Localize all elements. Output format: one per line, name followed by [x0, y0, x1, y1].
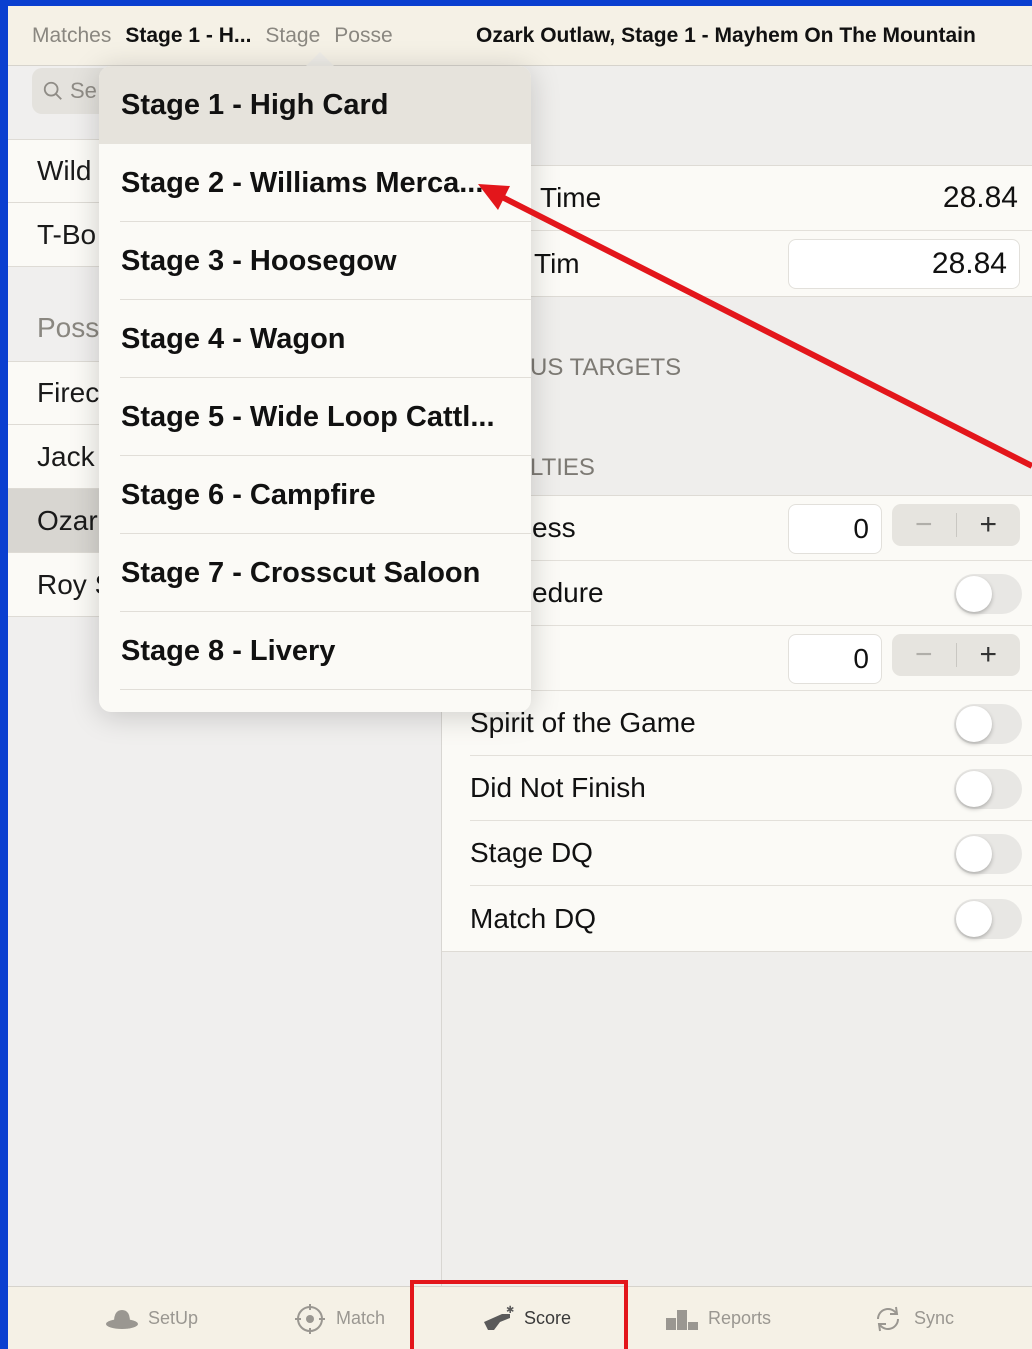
crosshair-icon — [295, 1303, 325, 1334]
time-input-row: Tim 28.84 — [470, 231, 1032, 296]
increment-button[interactable]: + — [957, 504, 1021, 546]
penalty-count-field[interactable]: 0 — [788, 634, 882, 684]
penalty-label: Match DQ — [470, 902, 597, 934]
misses-count-field[interactable]: 0 — [788, 504, 882, 554]
app-window: Matches Stage 1 - H... Stage Posse Se Wi… — [8, 6, 1032, 1349]
shooter-name: Jack — [37, 440, 95, 472]
left-nav-bar: Matches Stage 1 - H... Stage Posse — [8, 6, 442, 66]
tab-match[interactable]: Match — [292, 1287, 385, 1349]
penalty-row-stepper: 0 − + — [470, 626, 1032, 691]
tab-reports[interactable]: Reports — [664, 1287, 771, 1349]
tab-label: Sync — [914, 1308, 955, 1328]
penalty-row-misses: ess 0 − + — [470, 496, 1032, 561]
match-dq-toggle[interactable] — [954, 899, 1022, 939]
nav-current-stage[interactable]: Stage 1 - H... — [125, 24, 251, 48]
stage-menu-item-6[interactable]: Stage 6 - Campfire — [99, 456, 531, 534]
penalty-stepper[interactable]: − + — [892, 634, 1020, 676]
procedure-toggle[interactable] — [954, 574, 1022, 614]
penalties-header: LTIES — [530, 454, 595, 481]
tab-setup[interactable]: SetUp — [104, 1287, 198, 1349]
penalty-label: Did Not Finish — [470, 772, 646, 803]
misses-stepper[interactable]: − + — [892, 504, 1020, 546]
toggle-knob — [956, 836, 992, 872]
stage-menu-item-1[interactable]: Stage 1 - High Card — [99, 66, 531, 144]
shooter-name: Wild — [37, 155, 92, 186]
penalty-row-stage-dq: Stage DQ — [470, 821, 1032, 886]
search-icon — [43, 81, 62, 100]
count-value: 0 — [853, 513, 869, 544]
decrement-button[interactable]: − — [892, 504, 956, 546]
toggle-knob — [956, 771, 992, 807]
sync-icon — [877, 1306, 899, 1331]
stage-menu-item-7[interactable]: Stage 7 - Crosscut Saloon — [99, 534, 531, 612]
shooter-name: Firec — [37, 377, 100, 408]
stage-menu-item-5[interactable]: Stage 5 - Wide Loop Cattl... — [99, 378, 531, 456]
time-row: Time 28.84 — [470, 166, 1032, 231]
nav-stage[interactable]: Stage — [265, 24, 320, 48]
toggle-knob — [956, 576, 992, 612]
penalty-row-match-dq: Match DQ — [470, 886, 1032, 951]
stage-menu-item-3[interactable]: Stage 3 - Hoosegow — [99, 222, 531, 300]
decrement-button[interactable]: − — [892, 634, 956, 676]
did-not-finish-toggle[interactable] — [954, 769, 1022, 809]
nav-matches[interactable]: Matches — [32, 24, 111, 48]
spirit-of-the-game-toggle[interactable] — [954, 704, 1022, 744]
tab-label: Match — [336, 1308, 386, 1328]
tab-label: Reports — [708, 1308, 772, 1328]
time-value: 28.84 — [942, 181, 1018, 214]
score-tab-highlight — [410, 1280, 628, 1349]
detail-title-bar: Ozark Outlaw, Stage 1 - Mayhem On The Mo… — [442, 6, 1032, 66]
bonus-targets-header: US TARGETS — [530, 354, 682, 381]
tab-label: SetUp — [148, 1308, 199, 1328]
stage-menu-item-2[interactable]: Stage 2 - Williams Merca... — [99, 144, 531, 222]
time-input-value: 28.84 — [931, 247, 1007, 280]
time-input[interactable]: 28.84 — [788, 239, 1020, 289]
shooter-name: T-Bo — [37, 218, 97, 250]
penalty-label: Stage DQ — [470, 837, 593, 868]
toggle-knob — [956, 706, 992, 742]
penalty-row-spirit: Spirit of the Game — [470, 691, 1032, 756]
increment-button[interactable]: + — [957, 634, 1021, 676]
tab-sync[interactable]: Sync — [870, 1287, 954, 1349]
penalty-row-dnf: Did Not Finish — [470, 756, 1032, 821]
section-header-text: Poss — [37, 312, 100, 343]
penalty-row-procedure: edure — [470, 561, 1032, 626]
search-placeholder: Se — [70, 78, 97, 103]
stage-menu-item-4[interactable]: Stage 4 - Wagon — [99, 300, 531, 378]
cowboy-hat-icon — [106, 1309, 138, 1329]
podium-icon — [666, 1309, 698, 1330]
stage-picker-popover: Stage 1 - High Card Stage 2 - Williams M… — [99, 66, 531, 712]
stage-menu-item-8[interactable]: Stage 8 - Livery — [99, 612, 531, 690]
toggle-knob — [956, 901, 992, 937]
nav-posse[interactable]: Posse — [334, 24, 392, 48]
stage-dq-toggle[interactable] — [954, 834, 1022, 874]
count-value: 0 — [853, 643, 869, 674]
detail-title: Ozark Outlaw, Stage 1 - Mayhem On The Mo… — [476, 23, 976, 47]
shooter-name: Ozar — [37, 504, 98, 536]
